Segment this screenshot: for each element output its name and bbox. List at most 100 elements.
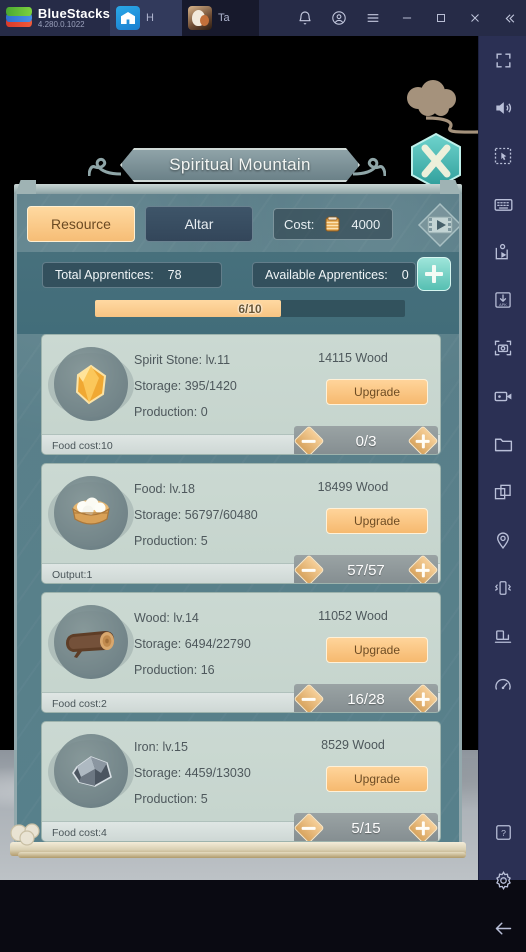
page-title-plaque: Spiritual Mountain (120, 148, 360, 182)
upgrade-button-label: Upgrade (353, 643, 401, 657)
media-folder-icon[interactable] (479, 420, 526, 468)
resource-production: Production: 0 (134, 405, 208, 419)
bluestacks-titlebar: BlueStacks 4.280.0.1022 H Ta (0, 0, 526, 36)
tab-game-label: Ta (218, 12, 230, 24)
available-apprentices-value: 0 (401, 268, 409, 282)
back-arrow-icon[interactable] (479, 904, 526, 952)
card-body: Wood: lv.14 Storage: 6494/22790 Producti… (42, 593, 440, 692)
video-ad-badge[interactable] (417, 202, 462, 248)
screenshot-icon[interactable] (479, 324, 526, 372)
tab-game[interactable]: Ta (182, 0, 259, 36)
worker-count: 0/3 (355, 432, 377, 450)
notification-bell-icon[interactable] (288, 0, 322, 36)
card-footer: Food cost:10 0/3 (42, 425, 440, 454)
card-footer: Food cost:2 16/28 (42, 683, 440, 712)
decrease-button[interactable] (293, 683, 325, 712)
available-apprentices-label: Available Apprentices: (265, 268, 388, 282)
decrease-button[interactable] (293, 554, 325, 583)
location-pin-icon[interactable] (479, 516, 526, 564)
resource-storage: Storage: 4459/13030 (134, 766, 251, 780)
cost-label: Cost: (284, 216, 315, 232)
apprentices-bar: Total Apprentices: 78 Available Apprenti… (17, 252, 459, 334)
decrease-button[interactable] (293, 425, 325, 454)
tab-home[interactable]: H (110, 0, 182, 36)
worker-count: 57/57 (347, 561, 385, 579)
resource-card-food[interactable]: Food: lv.18 Storage: 56797/60480 Product… (41, 463, 441, 584)
shake-device-icon[interactable] (479, 564, 526, 612)
wood-log-icon (48, 605, 134, 679)
upgrade-button[interactable]: Upgrade (326, 379, 428, 405)
cost-value: 4000 (351, 216, 381, 232)
multi-instance-icon[interactable] (479, 468, 526, 516)
increase-button[interactable] (407, 554, 439, 583)
upgrade-button[interactable]: Upgrade (326, 508, 428, 534)
worker-stepper: 5/15 (293, 812, 439, 841)
tab-altar-label: Altar (184, 216, 214, 232)
game-thumb-icon (188, 6, 212, 30)
total-apprentices-label: Total Apprentices: (55, 268, 154, 282)
resource-production: Production: 5 (134, 792, 208, 806)
swirl-left-decoration (88, 157, 122, 177)
keyboard-icon[interactable] (479, 180, 526, 228)
card-foot-label: Food cost:10 (52, 439, 113, 452)
maximize-icon[interactable] (424, 0, 458, 36)
bluestacks-sidebar: APK ? (478, 36, 526, 934)
rotate-screen-icon[interactable] (479, 612, 526, 660)
worker-stepper: 0/3 (293, 425, 439, 454)
resource-card-wood[interactable]: Wood: lv.14 Storage: 6494/22790 Producti… (41, 592, 441, 713)
upgrade-button-label: Upgrade (353, 514, 401, 528)
fullscreen-icon[interactable] (479, 36, 526, 84)
available-apprentices-chip: Available Apprentices: 0 (252, 262, 416, 288)
increase-button[interactable] (407, 812, 439, 841)
upgrade-button[interactable]: Upgrade (326, 766, 428, 792)
tab-home-label: H (146, 12, 154, 24)
help-icon[interactable]: ? (479, 808, 526, 856)
increase-button[interactable] (407, 683, 439, 712)
settings-gear-icon[interactable] (479, 856, 526, 904)
resource-card-iron[interactable]: Iron: lv.15 Storage: 4459/13030 Producti… (41, 721, 441, 842)
upgrade-cost: 14115 Wood (318, 351, 388, 365)
window-controls (288, 0, 526, 36)
close-icon[interactable] (458, 0, 492, 36)
install-apk-icon[interactable]: APK (479, 276, 526, 324)
upgrade-cost: 8529 Wood (321, 738, 385, 752)
total-apprentices-value: 78 (167, 268, 182, 282)
cloud-bottom-left-decoration (10, 823, 40, 846)
food-basket-icon (48, 476, 134, 550)
decrease-button[interactable] (293, 812, 325, 841)
resource-production: Production: 16 (134, 663, 215, 677)
iron-ore-icon (48, 734, 134, 808)
card-footer: Output:1 57/57 (42, 554, 440, 583)
macro-play-icon[interactable] (479, 228, 526, 276)
keymapping-pointer-icon[interactable] (479, 132, 526, 180)
panel-bottom-rail-2 (18, 852, 466, 858)
app-name: BlueStacks (37, 5, 110, 21)
resource-card-spirit-stone[interactable]: Spirit Stone: lv.11 Storage: 395/1420 Pr… (41, 334, 441, 455)
volume-icon[interactable] (479, 84, 526, 132)
resource-list: Spirit Stone: lv.11 Storage: 395/1420 Pr… (17, 334, 459, 846)
upgrade-cost: 11052 Wood (318, 609, 388, 623)
svg-text:APK: APK (499, 303, 507, 307)
minimize-icon[interactable] (390, 0, 424, 36)
spirit-stone-icon (48, 347, 134, 421)
upgrade-cost: 18499 Wood (317, 480, 389, 494)
increase-button[interactable] (407, 425, 439, 454)
add-apprentice-button[interactable] (417, 257, 451, 291)
apprentice-progress-bar: 6/10 (95, 300, 405, 317)
app-version: 4.280.0.1022 (37, 19, 85, 29)
upgrade-button[interactable]: Upgrade (326, 637, 428, 663)
cost-display: Cost: 4000 (273, 208, 394, 240)
menu-icon[interactable] (356, 0, 390, 36)
tab-resource[interactable]: Resource (27, 206, 135, 242)
performance-gauge-icon[interactable] (479, 660, 526, 708)
collapse-sidebar-icon[interactable] (492, 0, 526, 36)
resource-storage: Storage: 395/1420 (134, 379, 237, 393)
card-foot-label: Food cost:4 (52, 826, 107, 839)
game-viewport[interactable]: Spiritual Mountain Resource Altar Cost: … (0, 36, 478, 880)
card-foot-label: Output:1 (52, 568, 93, 581)
account-icon[interactable] (322, 0, 356, 36)
record-video-icon[interactable] (479, 372, 526, 420)
tab-altar[interactable]: Altar (145, 206, 253, 242)
plus-icon (424, 264, 444, 284)
